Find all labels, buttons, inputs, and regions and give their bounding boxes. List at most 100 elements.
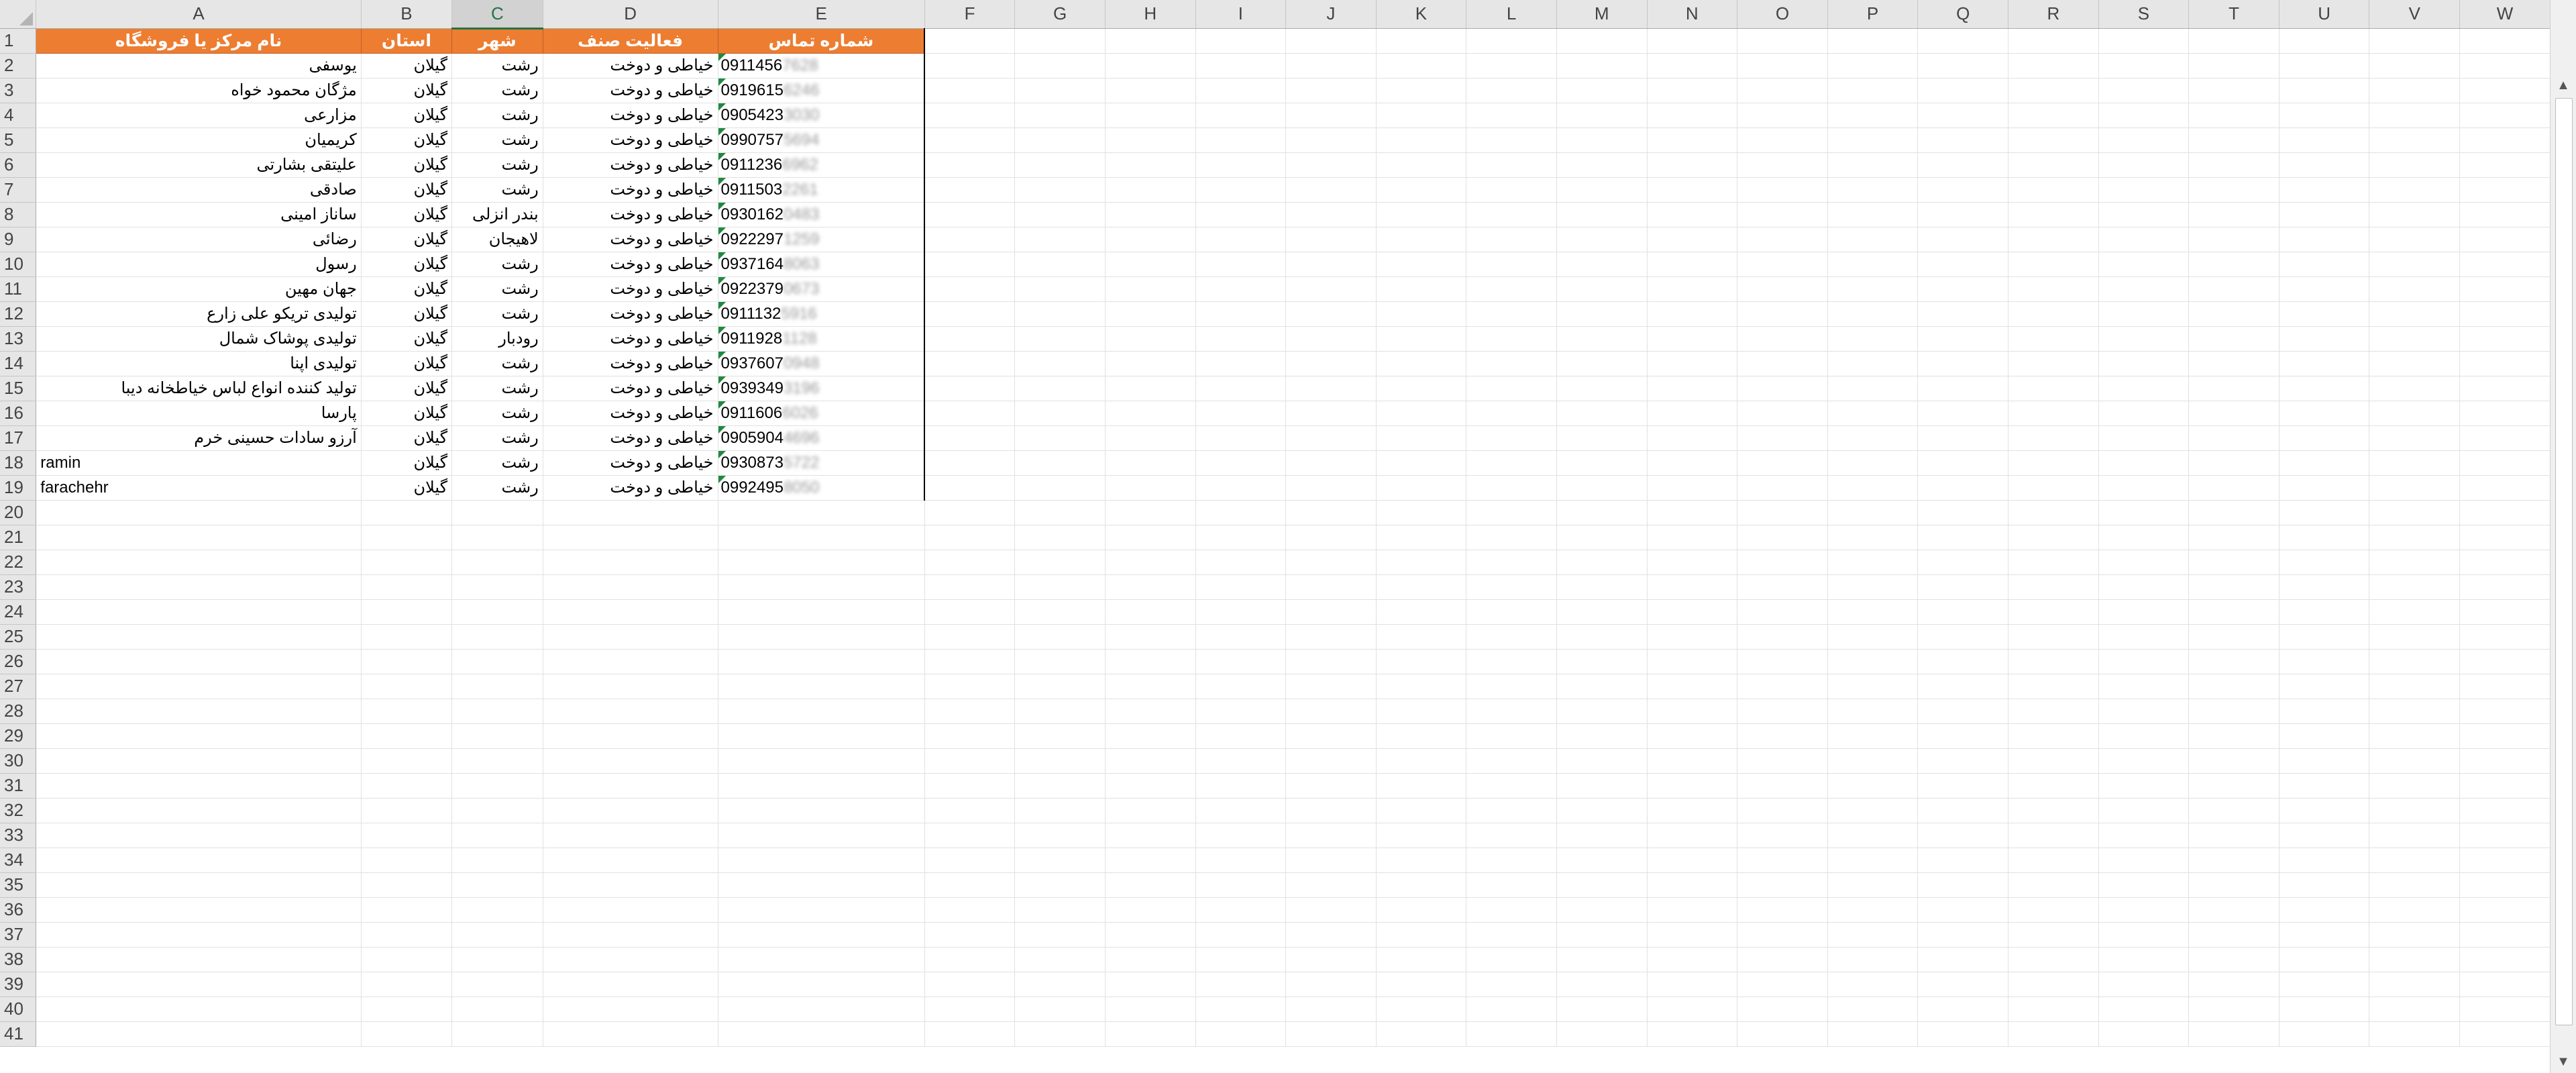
cell[interactable] [1014, 78, 1106, 103]
cell[interactable] [1376, 997, 1467, 1022]
cell[interactable] [718, 848, 925, 873]
cell-province[interactable]: گیلان [361, 202, 453, 227]
cell[interactable] [924, 872, 1016, 898]
cell[interactable] [1917, 550, 2009, 575]
cell[interactable] [1556, 674, 1648, 699]
cell[interactable] [2369, 748, 2461, 774]
cell[interactable] [1647, 276, 1738, 302]
cell[interactable] [2369, 202, 2461, 227]
cell[interactable] [1376, 550, 1467, 575]
cell[interactable] [2008, 848, 2099, 873]
cell[interactable] [361, 872, 453, 898]
row-header[interactable]: 18 [0, 450, 37, 476]
cell[interactable] [2008, 202, 2099, 227]
cell[interactable] [1556, 326, 1648, 352]
cell[interactable] [1556, 53, 1648, 79]
column-header-r[interactable]: R [2008, 0, 2099, 29]
cell[interactable] [1195, 227, 1287, 252]
cell[interactable] [924, 997, 1016, 1022]
cell[interactable] [1917, 53, 2009, 79]
row-header[interactable]: 3 [0, 78, 37, 103]
cell-city[interactable]: رشت [451, 103, 543, 128]
cell[interactable] [2369, 351, 2461, 376]
cell[interactable] [2459, 748, 2551, 774]
cell[interactable] [543, 599, 718, 625]
cell[interactable] [1285, 823, 1377, 848]
cell[interactable] [2459, 450, 2551, 476]
cell[interactable] [361, 897, 453, 923]
cell[interactable] [1737, 699, 1828, 724]
cell[interactable] [924, 649, 1016, 674]
cell[interactable] [2098, 723, 2190, 749]
cell[interactable] [1014, 599, 1106, 625]
cell[interactable] [543, 997, 718, 1022]
cell[interactable] [361, 699, 453, 724]
cell[interactable] [1827, 922, 1919, 948]
cell[interactable] [451, 798, 543, 823]
cell[interactable] [1466, 599, 1557, 625]
cell[interactable] [1466, 53, 1557, 79]
cell[interactable] [1827, 997, 1919, 1022]
cell[interactable] [2008, 53, 2099, 79]
cell[interactable] [1647, 425, 1738, 451]
cell[interactable] [718, 947, 925, 972]
cell-province[interactable]: گیلان [361, 301, 453, 327]
cell[interactable] [1647, 848, 1738, 873]
cell[interactable] [36, 500, 362, 525]
cell[interactable] [2008, 525, 2099, 550]
cell[interactable] [1737, 425, 1828, 451]
cell[interactable] [1195, 351, 1287, 376]
cell-phone[interactable]: 09114567628 [718, 53, 926, 79]
cell[interactable] [1647, 574, 1738, 600]
cell[interactable] [1376, 252, 1467, 277]
cell[interactable] [2279, 500, 2370, 525]
cell[interactable] [1014, 823, 1106, 848]
cell[interactable] [2098, 773, 2190, 799]
cell[interactable] [2279, 450, 2370, 476]
column-header-d[interactable]: D [543, 0, 718, 29]
cell[interactable] [924, 127, 1016, 153]
cell[interactable] [2008, 103, 2099, 128]
cell[interactable] [2369, 500, 2461, 525]
cell[interactable] [1556, 525, 1648, 550]
column-header-v[interactable]: V [2369, 0, 2461, 29]
cell[interactable] [718, 972, 925, 997]
cell[interactable] [1556, 997, 1648, 1022]
cell[interactable] [2279, 276, 2370, 302]
cell[interactable] [718, 823, 925, 848]
header-cell[interactable]: استان [361, 28, 453, 54]
cell[interactable] [2459, 649, 2551, 674]
cell-phone[interactable]: 09116066026 [718, 401, 926, 426]
cell[interactable] [1737, 177, 1828, 203]
cell[interactable] [2279, 127, 2370, 153]
cell[interactable] [1285, 848, 1377, 873]
cell[interactable] [1105, 823, 1196, 848]
cell[interactable] [1014, 922, 1106, 948]
row-header[interactable]: 12 [0, 301, 37, 327]
cell[interactable] [1647, 997, 1738, 1022]
cell[interactable] [1376, 723, 1467, 749]
cell[interactable] [1647, 376, 1738, 401]
cell[interactable] [2098, 152, 2190, 178]
cell[interactable] [1466, 922, 1557, 948]
cell[interactable] [2279, 748, 2370, 774]
cell[interactable] [451, 550, 543, 575]
cell[interactable] [924, 252, 1016, 277]
cell[interactable] [361, 599, 453, 625]
cell[interactable] [1917, 252, 2009, 277]
cell-city[interactable]: رشت [451, 475, 543, 501]
cell[interactable] [2279, 823, 2370, 848]
cell[interactable] [1556, 401, 1648, 426]
cell[interactable] [36, 723, 362, 749]
cell[interactable] [2008, 599, 2099, 625]
cell[interactable] [1827, 351, 1919, 376]
cell[interactable] [2008, 376, 2099, 401]
cell[interactable] [718, 574, 925, 600]
cell[interactable] [36, 574, 362, 600]
cell[interactable] [543, 922, 718, 948]
cell[interactable] [1556, 1021, 1648, 1047]
cell[interactable] [1917, 227, 2009, 252]
cell[interactable] [1105, 674, 1196, 699]
cell[interactable] [2459, 550, 2551, 575]
cell[interactable] [2188, 997, 2279, 1022]
